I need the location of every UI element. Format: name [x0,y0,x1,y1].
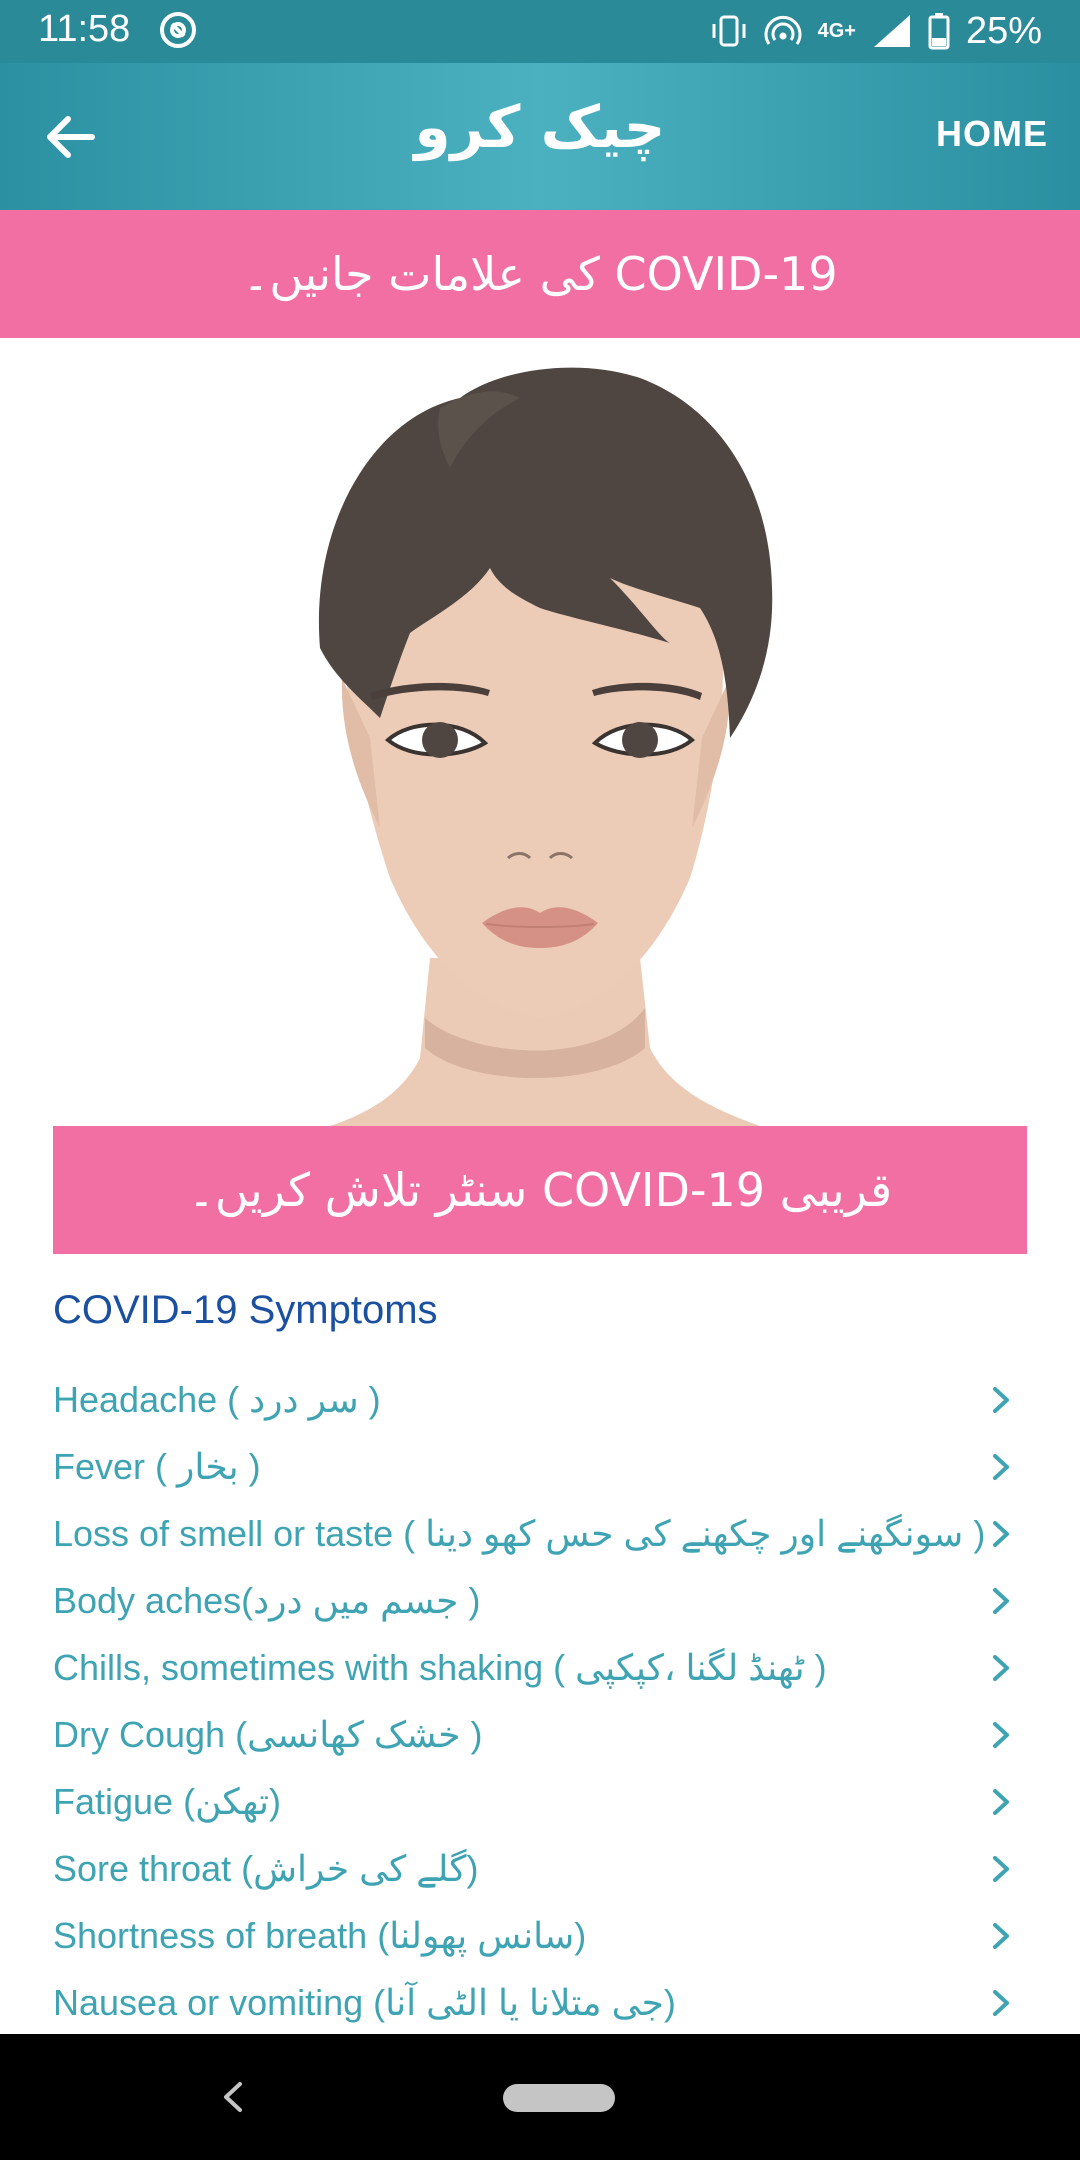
symptom-label: Fatigue (تھکن) [53,1780,281,1822]
symptom-list: Headache ( سر درد ) Fever ( بخار ) Loss … [53,1366,1027,2036]
status-icons: 4G+ 25% [710,8,1042,54]
hotspot-icon [764,15,802,45]
chevron-right-icon [993,1387,1009,1413]
chevron-right-icon [993,1521,1009,1547]
battery-icon [928,13,950,50]
chevron-right-icon [993,1789,1009,1815]
symptom-item-dry-cough[interactable]: Dry Cough (خشک کھانسی ) [53,1701,1027,1768]
symptom-item-nausea[interactable]: Nausea or vomiting (جی متلانا یا الٹی آن… [53,1969,1027,2036]
page-title: چیک کرو [414,93,666,161]
chevron-right-icon [993,1856,1009,1882]
symptom-label: Nausea or vomiting (جی متلانا یا الٹی آن… [53,1981,676,2023]
app-toolbar: چیک کرو HOME [0,63,1080,210]
symptom-label: Dry Cough (خشک کھانسی ) [53,1713,483,1755]
vibrate-icon [712,15,746,47]
symptom-item-headache[interactable]: Headache ( سر درد ) [53,1366,1027,1433]
chevron-right-icon [993,1923,1009,1949]
symptom-label: Sore throat (گلے کی خراش) [53,1847,479,1889]
symptom-item-body-aches[interactable]: Body aches(جسم میں درد ) [53,1567,1027,1634]
battery-level: 25% [965,9,1042,52]
nav-back-icon[interactable] [218,2078,248,2116]
symptom-item-fever[interactable]: Fever ( بخار ) [53,1433,1027,1500]
status-bar: 11:58 4G+ 25% [0,0,1080,63]
symptom-label: Loss of smell or taste ( سونگھنے اور چکھ… [53,1512,986,1554]
signal-icon [873,15,910,47]
network-type: 4G+ [817,19,856,42]
symptom-item-shortness-of-breath[interactable]: Shortness of breath (سانس پھولنا) [53,1902,1027,1969]
symptom-label: Chills, sometimes with shaking ( ٹھنڈ لگ… [53,1646,827,1688]
chevron-right-icon [993,1722,1009,1748]
symptom-item-loss-of-smell[interactable]: Loss of smell or taste ( سونگھنے اور چکھ… [53,1500,1027,1567]
know-symptoms-banner: COVID-19 کی علامات جانیں۔ [0,210,1080,338]
symptom-label: Fever ( بخار ) [53,1445,261,1487]
home-button[interactable]: HOME [936,113,1048,155]
face-illustration [318,367,773,1126]
system-navigation-bar [0,2034,1080,2160]
symptom-item-sore-throat[interactable]: Sore throat (گلے کی خراش) [53,1835,1027,1902]
symptom-label: Headache ( سر درد ) [53,1378,381,1420]
symptom-item-fatigue[interactable]: Fatigue (تھکن) [53,1768,1027,1835]
chevron-right-icon [993,1990,1009,2016]
symptom-label: Body aches(جسم میں درد ) [53,1579,481,1621]
symptom-item-chills[interactable]: Chills, sometimes with shaking ( ٹھنڈ لگ… [53,1634,1027,1701]
symptoms-heading: COVID-19 Symptoms [53,1288,438,1332]
chevron-right-icon [993,1655,1009,1681]
nav-home-pill[interactable] [503,2084,615,2112]
symptom-label: Shortness of breath (سانس پھولنا) [53,1914,587,1956]
status-time: 11:58 [38,8,131,50]
at-sign-icon [160,12,196,48]
chevron-right-icon [993,1454,1009,1480]
find-covid-center-button[interactable]: قریبی COVID-19 سنٹر تلاش کریں۔ [53,1126,1027,1254]
chevron-right-icon [993,1588,1009,1614]
